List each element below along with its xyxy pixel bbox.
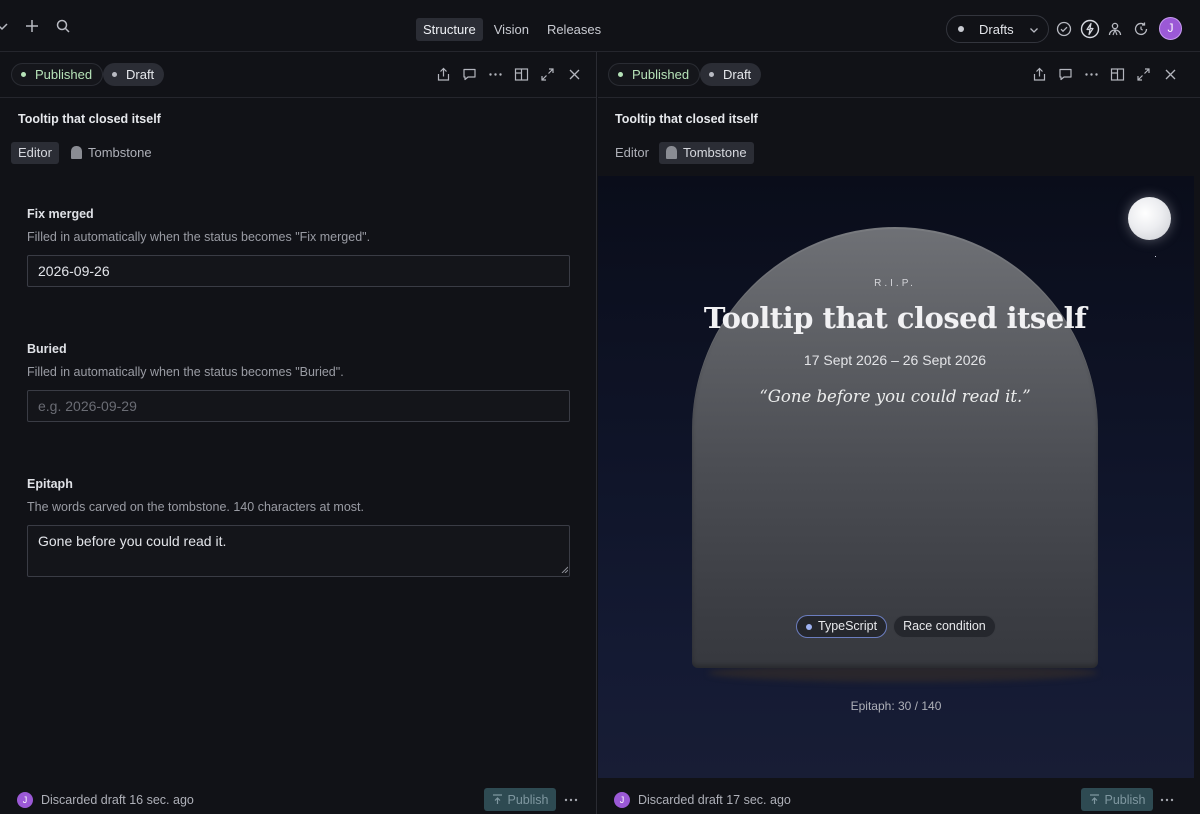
- published-label: Published: [632, 67, 690, 82]
- sync-icon[interactable]: [1132, 20, 1150, 38]
- expand-icon[interactable]: [540, 67, 555, 82]
- tab-tombstone-label: Tombstone: [683, 145, 747, 160]
- more-icon[interactable]: [1160, 794, 1174, 806]
- moon-image: [1128, 197, 1171, 240]
- more-icon[interactable]: [564, 794, 578, 806]
- tag-list: TypeScript Race condition: [796, 615, 996, 638]
- published-status-pill[interactable]: Published: [608, 63, 701, 86]
- tab-editor[interactable]: Editor: [11, 142, 59, 164]
- tombstone-icon: [71, 146, 82, 159]
- tombstone-scene: R.I.P. Tooltip that closed itself 17 Sep…: [598, 176, 1194, 778]
- split-pane-icon[interactable]: [1110, 67, 1125, 82]
- tag-typescript: TypeScript: [796, 615, 888, 638]
- preview-footer: J Discarded draft 17 sec. ago Publish: [598, 784, 1200, 814]
- top-bar: Structure Vision Releases Drafts J: [0, 0, 1200, 52]
- star-image: [1155, 256, 1156, 257]
- footer-avatar: J: [17, 792, 33, 808]
- epitaph-counter: Epitaph: 30 / 140: [850, 699, 942, 713]
- share-icon[interactable]: [436, 67, 451, 82]
- publish-label: Publish: [507, 792, 549, 807]
- epitaph-description: The words carved on the tombstone. 140 c…: [27, 500, 364, 514]
- tag-race-condition: Race condition: [893, 615, 996, 638]
- expand-icon[interactable]: [1136, 67, 1151, 82]
- status-dot-icon: [709, 72, 714, 77]
- drafts-dropdown[interactable]: Drafts: [946, 15, 1049, 43]
- buried-date-input[interactable]: [27, 390, 570, 422]
- publish-label: Publish: [1104, 792, 1146, 807]
- buried-label: Buried: [27, 342, 67, 356]
- buried-description: Filled in automatically when the status …: [27, 365, 344, 379]
- drafts-dot-icon: [958, 26, 964, 32]
- tombstone-epitaph: “Gone before you could read it.”: [759, 387, 1031, 406]
- tab-tombstone[interactable]: Tombstone: [64, 142, 159, 164]
- draft-status-text: Discarded draft 17 sec. ago: [638, 793, 791, 807]
- lightning-circle-icon[interactable]: [1080, 19, 1100, 39]
- editor-pane: Published Draft Tooltip that closed itse…: [0, 52, 597, 814]
- draft-label: Draft: [723, 67, 752, 82]
- draft-label: Draft: [126, 67, 155, 82]
- plus-icon[interactable]: [24, 18, 40, 34]
- fix-merged-date-input[interactable]: [27, 255, 570, 287]
- drafts-label: Drafts: [979, 21, 1014, 37]
- comment-icon[interactable]: [1058, 67, 1073, 82]
- rip-text: R.I.P.: [874, 278, 916, 289]
- document-title: Tooltip that closed itself: [615, 112, 758, 126]
- main-nav: Structure Vision Releases: [416, 18, 608, 41]
- tab-tombstone-label: Tombstone: [88, 145, 152, 160]
- users-icon[interactable]: [1106, 20, 1124, 38]
- tag-dot-icon: [806, 623, 812, 630]
- status-dot-icon: [618, 72, 623, 77]
- tab-editor[interactable]: Editor: [608, 142, 656, 164]
- split-pane-icon[interactable]: [514, 67, 529, 82]
- status-dot-icon: [21, 72, 26, 77]
- fix-merged-label: Fix merged: [27, 207, 94, 221]
- published-status-pill[interactable]: Published: [11, 63, 104, 86]
- share-icon[interactable]: [1032, 67, 1047, 82]
- search-icon[interactable]: [55, 18, 71, 34]
- tag-label: TypeScript: [818, 619, 878, 633]
- tab-tombstone[interactable]: Tombstone: [659, 142, 754, 164]
- status-dot-icon: [112, 72, 117, 77]
- publish-button[interactable]: Publish: [1081, 788, 1153, 811]
- tombstone-title: Tooltip that closed itself: [703, 301, 1087, 335]
- tag-label: Race condition: [903, 619, 986, 633]
- draft-status-pill[interactable]: Draft: [103, 63, 165, 86]
- check-circle-icon[interactable]: [1055, 20, 1073, 38]
- user-avatar[interactable]: J: [1159, 17, 1182, 40]
- tab-structure[interactable]: Structure: [416, 18, 483, 41]
- epitaph-label: Epitaph: [27, 477, 73, 491]
- more-icon[interactable]: [1084, 67, 1099, 82]
- tombstone-dates: 17 Sept 2026 – 26 Sept 2026: [803, 352, 987, 368]
- tab-vision[interactable]: Vision: [487, 18, 536, 41]
- comment-icon[interactable]: [462, 67, 477, 82]
- draft-status-pill[interactable]: Draft: [700, 63, 762, 86]
- publish-icon: [1089, 794, 1099, 804]
- tombstone-icon: [666, 146, 677, 159]
- close-icon[interactable]: [1163, 67, 1178, 82]
- pane-header: Published Draft: [0, 52, 596, 98]
- draft-status-text: Discarded draft 16 sec. ago: [41, 793, 194, 807]
- epitaph-textarea[interactable]: Gone before you could read it.: [27, 525, 570, 577]
- fix-merged-description: Filled in automatically when the status …: [27, 230, 371, 244]
- document-title: Tooltip that closed itself: [18, 112, 161, 126]
- preview-pane: Published Draft Tooltip that closed itse…: [598, 52, 1200, 814]
- editor-footer: J Discarded draft 16 sec. ago Publish: [0, 784, 596, 814]
- tab-releases[interactable]: Releases: [540, 18, 608, 41]
- published-label: Published: [35, 67, 93, 82]
- pane-header: Published Draft: [598, 52, 1200, 98]
- footer-avatar: J: [614, 792, 630, 808]
- close-icon[interactable]: [567, 67, 582, 82]
- tombstone: R.I.P. Tooltip that closed itself 17 Sep…: [692, 227, 1098, 668]
- chevron-down-icon[interactable]: [0, 18, 10, 34]
- more-icon[interactable]: [488, 67, 503, 82]
- publish-button[interactable]: Publish: [484, 788, 556, 811]
- resize-handle-icon[interactable]: [561, 566, 568, 573]
- publish-icon: [492, 794, 502, 804]
- chevron-down-icon: [1029, 25, 1039, 35]
